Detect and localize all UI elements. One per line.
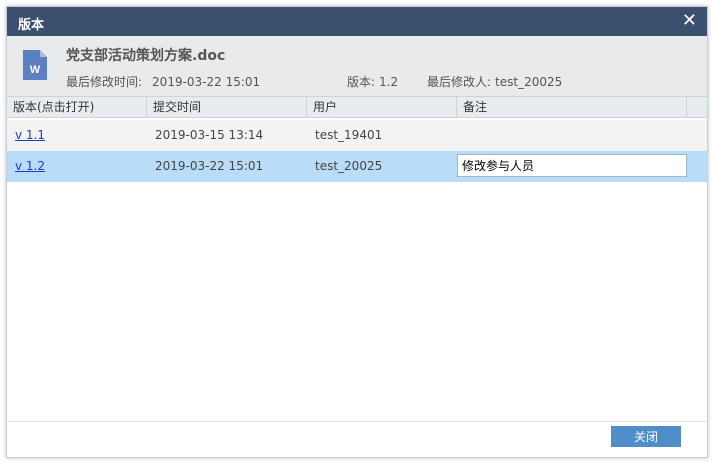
version-dialog: 版本 ✕ W 党支部活动策划方案.doc 最后修改时间: 2019-03-22 1… (6, 6, 708, 458)
dialog-titlebar: 版本 ✕ (7, 7, 707, 36)
version-label: 版本: (347, 75, 376, 89)
column-header-remark[interactable]: 备注 (457, 97, 687, 117)
close-button[interactable]: 关闭 (611, 426, 681, 447)
last-modified-value: 2019-03-22 15:01 (152, 75, 261, 89)
version-info: 版本: 1.2 (347, 73, 398, 90)
last-modified-label: 最后修改时间: (66, 75, 143, 89)
time-cell: 2019-03-22 15:01 (155, 159, 264, 173)
version-value: 1.2 (379, 75, 399, 89)
file-name: 党支部活动策划方案.doc (66, 48, 226, 64)
user-cell: test_20025 (315, 159, 383, 173)
last-modifier-label: 最后修改人: (427, 75, 492, 89)
version-link[interactable]: v 1.2 (15, 159, 45, 173)
table-row-selected[interactable]: v 1.2 2019-03-22 15:01 test_20025 (7, 151, 707, 182)
user-cell: test_19401 (315, 128, 383, 142)
remark-cell[interactable] (457, 120, 687, 151)
close-icon[interactable]: ✕ (682, 11, 697, 31)
dialog-title: 版本 (18, 18, 45, 33)
file-info-panel: W 党支部活动策划方案.doc 最后修改时间: 2019-03-22 15:01 … (7, 36, 707, 96)
table-header: 版本(点击打开) 提交时间 用户 备注 (7, 96, 707, 118)
time-cell: 2019-03-15 13:14 (155, 128, 264, 142)
version-cell: v 1.1 (7, 120, 147, 151)
version-cell: v 1.2 (7, 151, 147, 182)
remark-input[interactable] (457, 154, 687, 177)
remark-cell (457, 151, 687, 182)
column-header-version[interactable]: 版本(点击打开) (7, 97, 147, 117)
dialog-footer: 关闭 (7, 421, 707, 457)
last-modified: 最后修改时间: 2019-03-22 15:01 (66, 73, 260, 90)
word-document-icon: W (23, 50, 47, 80)
version-link[interactable]: v 1.1 (15, 128, 45, 142)
last-modifier-value: test_20025 (495, 75, 563, 89)
version-table: 版本(点击打开) 提交时间 用户 备注 v 1.1 2019-03-15 13:… (7, 96, 707, 424)
table-row[interactable]: v 1.1 2019-03-15 13:14 test_19401 (7, 120, 707, 151)
file-icon-letter: W (30, 64, 41, 76)
last-modifier: 最后修改人: test_20025 (427, 73, 562, 90)
column-header-user[interactable]: 用户 (307, 97, 457, 117)
column-header-time[interactable]: 提交时间 (147, 97, 307, 117)
